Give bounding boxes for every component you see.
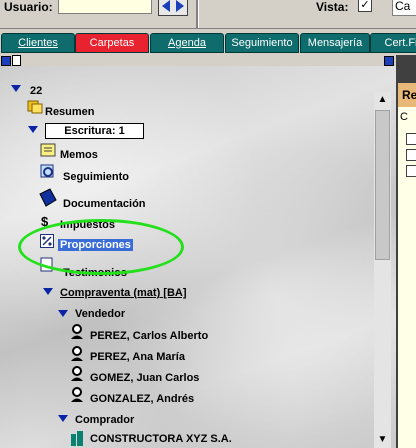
expand-arrow-icon[interactable] — [28, 126, 38, 133]
right-panel: Re C — [396, 55, 416, 448]
usuario-input[interactable] — [58, 0, 152, 14]
escritura-box[interactable]: Escritura: 1 — [45, 123, 144, 139]
building-icon — [71, 431, 83, 446]
expand-arrow-icon[interactable] — [58, 310, 68, 317]
tree-item-seguimiento[interactable]: Seguimiento — [63, 171, 129, 183]
tree-item-vendedor[interactable]: Vendedor — [75, 308, 125, 320]
tab-carpetas[interactable]: Carpetas — [75, 33, 149, 53]
divider — [196, 0, 199, 28]
top-bar: Usuario: Vista: ✓ Ca — [0, 0, 416, 29]
person-icon — [71, 346, 83, 361]
tree-scrollbar[interactable]: ▲ ▼ — [374, 92, 391, 448]
tab-seguimiento[interactable]: Seguimiento — [225, 33, 299, 53]
book-icon — [39, 188, 57, 207]
usuario-label: Usuario: — [4, 0, 53, 14]
tab-bar: Clientes Carpetas Agenda Seguimiento Men… — [0, 33, 416, 53]
scroll-up-icon[interactable]: ▲ — [374, 92, 391, 108]
navigate-button[interactable] — [158, 0, 188, 16]
tab-agenda[interactable]: Agenda — [150, 33, 224, 53]
folder-icon — [27, 100, 43, 114]
person-icon — [71, 366, 83, 381]
tree-panel: 22 Resumen Escritura: 1 Memos Seguimient… — [0, 66, 396, 448]
arrows-icon — [162, 0, 184, 12]
row-checkbox[interactable] — [406, 165, 416, 177]
expand-arrow-icon[interactable] — [43, 288, 53, 295]
row-checkbox[interactable] — [406, 133, 416, 145]
right-panel-body: C — [398, 107, 416, 448]
tree-item-comprador-1[interactable]: CONSTRUCTORA XYZ S.A. — [90, 433, 232, 445]
tree-item-vendedor-2[interactable]: PEREZ, Ana María — [90, 351, 185, 363]
person-icon — [71, 324, 83, 339]
document-icon[interactable] — [12, 55, 21, 66]
tab-cert-fi[interactable]: Cert.Fi — [370, 33, 416, 53]
tree-item-vendedor-4[interactable]: GONZALEZ, Andrés — [90, 393, 194, 405]
tree-toolbar — [0, 55, 396, 66]
tree-item-resumen[interactable]: Resumen — [45, 106, 95, 118]
tree-item-comprador[interactable]: Comprador — [75, 414, 134, 426]
expand-icon[interactable] — [1, 56, 11, 66]
memo-icon — [40, 143, 56, 157]
tree-item-compraventa[interactable]: Compraventa (mat) [BA] — [60, 287, 187, 299]
row-checkbox[interactable] — [406, 149, 416, 161]
expand-arrow-icon[interactable] — [11, 85, 21, 92]
right-field[interactable]: Ca — [392, 0, 416, 16]
right-panel-column: C — [400, 111, 408, 123]
tab-clientes[interactable]: Clientes — [1, 33, 75, 53]
right-panel-header: Re — [398, 83, 416, 107]
tree-item-vendedor-1[interactable]: PEREZ, Carlos Alberto — [90, 330, 208, 342]
tree-root[interactable]: 22 — [30, 85, 42, 97]
highlight-circle — [18, 219, 184, 275]
tab-mensajeria[interactable]: Mensajería — [300, 33, 370, 53]
tree-item-memos[interactable]: Memos — [60, 149, 98, 161]
scroll-thumb[interactable] — [375, 110, 390, 260]
scroll-down-icon[interactable]: ▼ — [374, 432, 391, 448]
person-icon — [71, 387, 83, 402]
collapse-icon[interactable] — [384, 56, 394, 66]
expand-arrow-icon[interactable] — [58, 415, 68, 422]
tree-item-vendedor-3[interactable]: GOMEZ, Juan Carlos — [90, 372, 199, 384]
vista-label: Vista: — [316, 0, 349, 14]
tree-item-documentacion[interactable]: Documentación — [63, 198, 146, 210]
search-icon — [40, 164, 54, 178]
vista-checkbox[interactable]: ✓ — [358, 0, 372, 12]
